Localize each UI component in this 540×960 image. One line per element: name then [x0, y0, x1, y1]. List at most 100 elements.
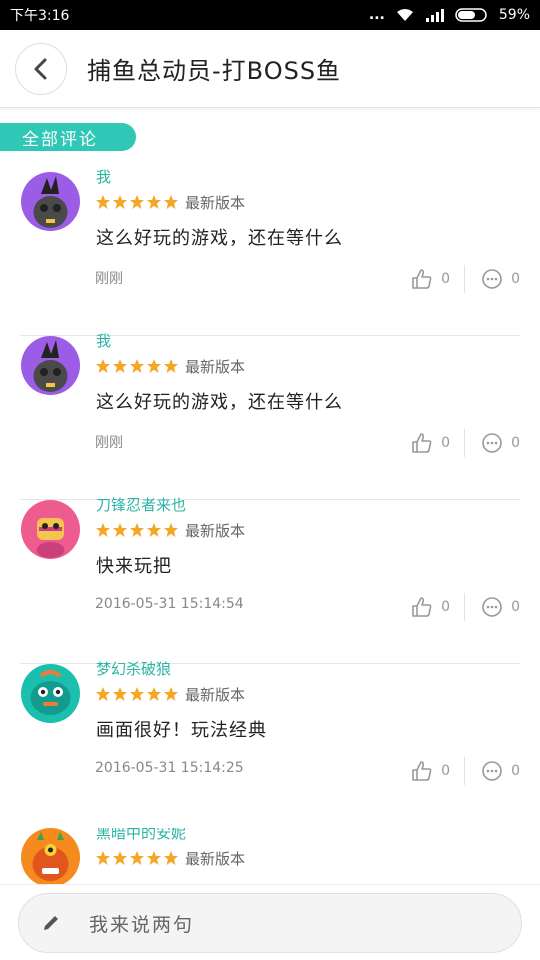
like-count: 0 [441, 763, 451, 779]
star-icon [164, 687, 178, 701]
star-rating [95, 358, 179, 374]
rating-row: 最新版本 [95, 684, 245, 704]
app-header: 捕鱼总动员-打BOSS鱼 [0, 30, 540, 108]
star-icon [147, 851, 161, 865]
star-icon [130, 523, 144, 537]
back-button[interactable] [15, 42, 67, 95]
comment-text: 画面很好！玩法经典 [96, 720, 267, 741]
comment-time: 2016-05-31 15:14:25 [95, 760, 244, 776]
star-icon [130, 687, 144, 701]
signal-icon [425, 8, 445, 22]
comment-item: 我 最新版本 这么好玩的游戏，还在等什么 刚刚 0 0 [0, 332, 540, 500]
comment-actions: 0 0 [411, 757, 520, 785]
reply-button[interactable]: 0 [481, 268, 520, 290]
reply-count: 0 [511, 435, 520, 451]
star-icon [147, 523, 161, 537]
wifi-icon [395, 8, 415, 22]
version-label: 最新版本 [185, 357, 246, 376]
star-icon [130, 359, 144, 373]
page-title: 捕鱼总动员-打BOSS鱼 [87, 57, 342, 85]
reply-count: 0 [511, 763, 520, 779]
avatar[interactable] [21, 664, 80, 723]
comment-actions: 0 0 [411, 265, 520, 293]
status-bar: 下午3:16 ... 59% [0, 0, 540, 30]
pencil-icon [44, 916, 58, 930]
status-time: 下午3:16 [10, 8, 70, 24]
comment-actions: 0 0 [411, 593, 520, 621]
avatar[interactable] [21, 336, 80, 395]
star-icon [130, 851, 144, 865]
reply-count: 0 [511, 271, 520, 287]
comment-item: 黑暗中的安妮 最新版本 [0, 828, 540, 884]
avatar[interactable] [21, 172, 80, 231]
thumbs-up-icon [412, 269, 432, 289]
user-name[interactable]: 刀锋忍者来也 [96, 494, 186, 515]
like-count: 0 [441, 271, 451, 287]
reply-count: 0 [511, 599, 520, 615]
comment-actions: 0 0 [411, 429, 520, 457]
like-button[interactable]: 0 [411, 596, 450, 618]
comment-input-bar: 我来说两句 [0, 884, 540, 960]
like-button[interactable]: 0 [411, 760, 450, 782]
star-icon [113, 687, 127, 701]
like-button[interactable]: 0 [411, 268, 450, 290]
comment-text: 快来玩把 [96, 556, 172, 577]
user-name[interactable]: 梦幻杀破狼 [96, 658, 171, 679]
thumbs-up-icon [412, 761, 432, 781]
reply-button[interactable]: 0 [481, 760, 520, 782]
comment-item: 刀锋忍者来也 最新版本 快来玩把 2016-05-31 15:14:54 0 0 [0, 496, 540, 664]
like-count: 0 [441, 599, 451, 615]
version-label: 最新版本 [185, 193, 246, 212]
status-icons: ... 59% [369, 7, 530, 23]
like-button[interactable]: 0 [411, 432, 450, 454]
reply-button[interactable]: 0 [481, 432, 520, 454]
comment-time: 刚刚 [95, 271, 123, 287]
reply-button[interactable]: 0 [481, 596, 520, 618]
star-icon [147, 359, 161, 373]
rating-row: 最新版本 [95, 192, 245, 212]
star-icon [113, 359, 127, 373]
comment-bubble-icon [482, 761, 502, 781]
star-icon [164, 523, 178, 537]
comment-text: 这么好玩的游戏，还在等什么 [96, 392, 343, 413]
comment-item: 我 最新版本 这么好玩的游戏，还在等什么 刚刚 0 0 [0, 168, 540, 336]
star-icon [164, 195, 178, 209]
rating-row: 最新版本 [95, 520, 245, 540]
user-name[interactable]: 我 [96, 166, 111, 187]
star-icon [113, 195, 127, 209]
battery-level: 59% [498, 7, 530, 23]
comment-input[interactable]: 我来说两句 [18, 893, 522, 953]
star-rating [95, 686, 179, 702]
comment-bubble-icon [482, 269, 502, 289]
action-divider [464, 593, 466, 621]
comment-input-placeholder: 我来说两句 [89, 913, 195, 936]
user-name[interactable]: 黑暗中的安妮 [96, 828, 186, 843]
star-rating [95, 194, 179, 210]
rating-row: 最新版本 [95, 356, 245, 376]
star-icon [130, 195, 144, 209]
more-dots-icon: ... [368, 7, 385, 23]
user-name[interactable]: 我 [96, 330, 111, 351]
action-divider [464, 265, 466, 293]
star-rating [95, 850, 179, 866]
version-label: 最新版本 [185, 685, 246, 704]
star-icon [96, 195, 110, 209]
thumbs-up-icon [412, 597, 432, 617]
like-count: 0 [441, 435, 451, 451]
comment-bubble-icon [482, 433, 502, 453]
star-icon [164, 359, 178, 373]
comment-time: 刚刚 [95, 435, 123, 451]
all-comments-tab[interactable]: 全部评论 [0, 123, 136, 151]
star-rating [95, 522, 179, 538]
chevron-left-icon [34, 58, 47, 79]
action-divider [464, 429, 466, 457]
avatar[interactable] [21, 500, 80, 559]
avatar[interactable] [21, 828, 80, 884]
star-icon [147, 195, 161, 209]
comment-bubble-icon [482, 597, 502, 617]
version-label: 最新版本 [185, 521, 246, 540]
star-icon [164, 851, 178, 865]
battery-icon [455, 8, 489, 22]
star-icon [96, 359, 110, 373]
comment-text: 这么好玩的游戏，还在等什么 [96, 228, 343, 249]
